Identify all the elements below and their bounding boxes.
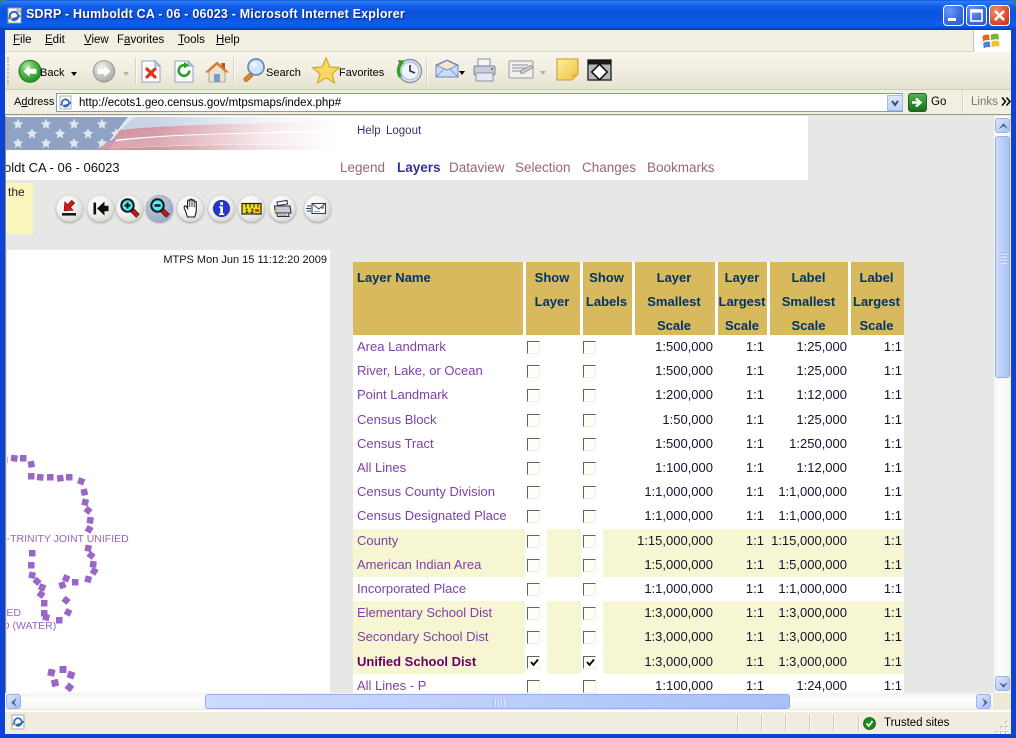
svg-text:1 2: 1 2	[245, 208, 254, 215]
